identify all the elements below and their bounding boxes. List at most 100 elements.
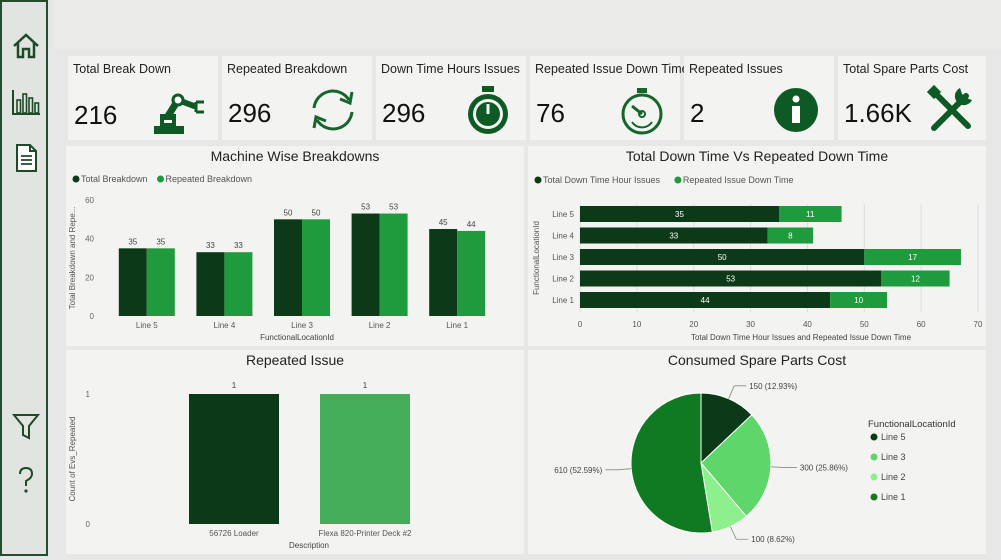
kpi-value: 216 xyxy=(74,100,118,130)
timer-icon xyxy=(621,88,663,135)
data-label: 11 xyxy=(806,210,815,219)
kpi-card-spare-parts-cost: Total Spare Parts Cost 1.66K xyxy=(838,56,986,140)
x-tick-label: Line 5 xyxy=(136,321,158,330)
data-label: 35 xyxy=(128,237,137,246)
x-tick-label: 56726 Loader xyxy=(209,529,259,538)
data-label: 33 xyxy=(669,232,678,241)
x-tick-label: 30 xyxy=(746,320,755,329)
y-tick-label: 0 xyxy=(86,520,91,529)
y-tick-label: Line 5 xyxy=(552,210,574,219)
machine-breakdowns-panel: Machine Wise Breakdowns Total Breakdown R… xyxy=(66,146,524,346)
data-label: 53 xyxy=(726,275,735,284)
legend-marker xyxy=(534,176,542,184)
spare-parts-cost-panel: Consumed Spare Parts Cost 150 (12.93%) 30… xyxy=(528,350,986,554)
top-bar xyxy=(54,0,1001,50)
bar xyxy=(224,252,253,316)
x-axis-label: Description xyxy=(289,541,329,550)
x-tick-label: Line 1 xyxy=(446,321,468,330)
y-tick-label: 1 xyxy=(86,390,91,399)
kpi-value: 296 xyxy=(382,98,426,128)
x-tick-label: Line 3 xyxy=(291,321,313,330)
kpi-card-downtime-hours: Down Time Hours Issues 296 xyxy=(376,56,526,140)
bar xyxy=(196,252,225,316)
y-axis-label: FunctionalLocationId xyxy=(532,221,541,295)
y-axis-label: Count of Evs_Repeated xyxy=(68,417,77,502)
bar xyxy=(320,394,410,524)
x-tick-label: Line 4 xyxy=(214,321,236,330)
leader-line xyxy=(728,385,747,399)
pie-slice xyxy=(630,392,713,534)
y-tick-label: Line 2 xyxy=(552,275,574,284)
downtime-comparison-chart: Total Down Time Hour Issues Repeated Issu… xyxy=(532,175,983,342)
repeated-issue-panel: Repeated Issue 0 1 Count of Evs_Repeated 1 5… xyxy=(66,350,524,554)
y-tick-label: Line 4 xyxy=(552,232,574,241)
leader-line xyxy=(770,466,797,468)
data-label: 17 xyxy=(908,253,917,262)
kpi-value: 1.66K xyxy=(844,98,912,128)
repeated-issue-chart: 0 1 Count of Evs_Repeated 1 56726 Loader 1 Fle… xyxy=(68,381,412,550)
kpi-title: Down Time Hours Issues xyxy=(381,62,520,76)
legend-marker xyxy=(157,175,164,183)
bar xyxy=(118,248,147,316)
data-label: 35 xyxy=(156,237,165,246)
x-tick-label: 50 xyxy=(860,320,869,329)
data-label: 53 xyxy=(389,203,398,212)
y-tick-label: 60 xyxy=(85,196,94,205)
legend-marker xyxy=(72,175,80,183)
data-label: 53 xyxy=(361,203,370,212)
home-icon[interactable] xyxy=(10,30,42,62)
filter-icon[interactable] xyxy=(10,410,42,442)
refresh-icon xyxy=(312,89,354,131)
data-label: 35 xyxy=(675,210,684,219)
bar xyxy=(351,213,380,316)
leader-line xyxy=(730,526,749,540)
kpi-card-repeated-issues: Repeated Issues 2 xyxy=(684,56,834,140)
data-label: 50 xyxy=(718,253,727,262)
kpi-title: Repeated Issues xyxy=(689,62,783,76)
x-tick-label: 0 xyxy=(578,320,583,329)
x-tick-label: 20 xyxy=(689,320,698,329)
data-label: 12 xyxy=(911,275,920,284)
kpi-title: Total Spare Parts Cost xyxy=(843,62,969,76)
legend-label: Repeated Issue Down Time xyxy=(683,175,794,185)
data-label: 45 xyxy=(439,218,448,227)
legend-label: Line 5 xyxy=(881,432,906,442)
x-tick-label: Line 2 xyxy=(369,321,391,330)
bar-chart-icon[interactable] xyxy=(10,86,42,118)
legend-title: FunctionalLocationId xyxy=(868,419,956,430)
kpi-value: 2 xyxy=(690,98,705,128)
bar xyxy=(146,248,175,316)
machine-breakdowns-chart: Total Breakdown Repeated Breakdown 0 20 40 60… xyxy=(68,174,486,342)
bar xyxy=(429,229,458,316)
x-axis-label: Total Down Time Hour Issues and Repeated… xyxy=(691,333,912,342)
y-tick-label: 40 xyxy=(85,235,94,244)
kpi-title: Repeated Breakdown xyxy=(227,62,348,76)
x-tick-label: 10 xyxy=(632,320,641,329)
x-axis-label: FunctionalLocationId xyxy=(260,333,334,342)
data-label: 33 xyxy=(206,241,215,250)
help-icon[interactable] xyxy=(10,464,42,496)
kpi-card-total-breakdown: Total Break Down 216 xyxy=(68,56,218,140)
y-tick-label: 0 xyxy=(90,312,95,321)
bar xyxy=(302,219,330,316)
stopwatch-icon xyxy=(468,86,508,134)
legend-marker xyxy=(870,493,878,501)
legend-label: Repeated Breakdown xyxy=(166,174,253,184)
kpi-card-repeated-issue-downtime: Repeated Issue Down Time 76 xyxy=(530,56,689,140)
tools-icon xyxy=(926,84,972,131)
y-tick-label: Line 3 xyxy=(552,253,574,262)
legend-marker xyxy=(870,473,878,481)
kpi-value: 296 xyxy=(228,98,272,128)
bar xyxy=(379,213,408,316)
legend-label: Total Down Time Hour Issues xyxy=(543,175,661,185)
info-icon xyxy=(774,88,818,132)
legend-marker xyxy=(870,433,878,441)
document-icon[interactable] xyxy=(10,142,42,174)
data-label: 300 (25.86%) xyxy=(800,464,848,473)
bar xyxy=(274,219,302,316)
data-label: 1 xyxy=(232,381,237,390)
legend-label: Line 1 xyxy=(881,492,906,502)
y-axis-label: Total Breakdown and Repe... xyxy=(68,207,77,310)
x-tick-label: 40 xyxy=(803,320,812,329)
legend-marker xyxy=(674,176,682,184)
